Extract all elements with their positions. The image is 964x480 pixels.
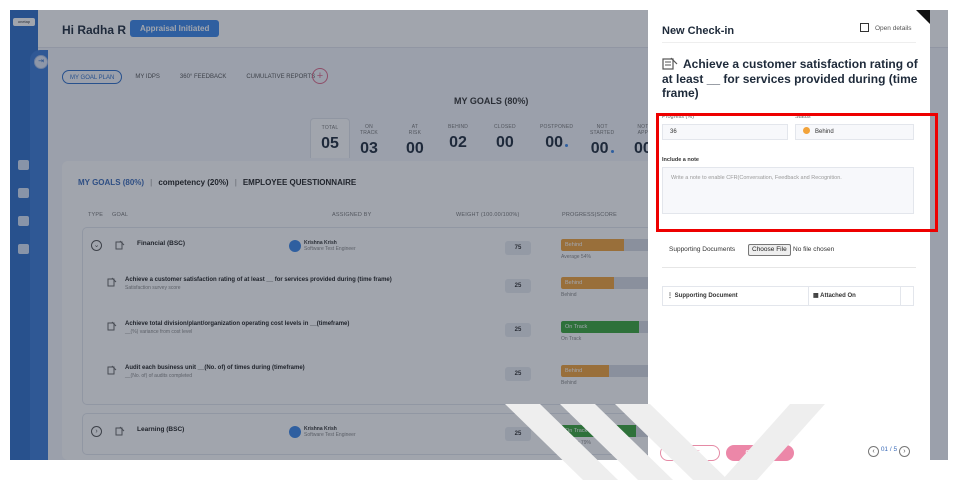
new-checkin-panel: New Check-in Open details Achieve a cust… [648,10,930,461]
no-file-text: No file chosen [793,246,835,253]
pager-text: 01 / 5 [880,446,898,453]
choose-file-button[interactable]: Choose File [748,244,791,256]
divider [662,267,916,268]
open-external-icon [860,23,869,32]
divider [662,42,916,43]
col-attached-on[interactable]: ▦ Attached On [809,287,901,305]
screenshot-stage: onetap ⇥ Hi Radha R Appraisal Initiated … [0,0,964,480]
goal-icon [662,57,678,70]
close-button[interactable]: CLOSE [660,445,720,461]
next-goal-icon[interactable]: › [898,446,910,457]
supporting-documents-label: Supporting Documents [669,246,736,253]
panel-corner-mark [916,10,930,24]
checkin-button[interactable]: CHECK IN [726,445,794,461]
progress-input[interactable]: 36 [662,124,788,140]
open-details-link[interactable]: Open details [860,23,912,32]
col-supporting-document[interactable]: ⋮ Supporting Document [663,287,809,305]
prev-goal-icon[interactable]: ‹ [868,446,879,457]
checkin-goal-title: Achieve a customer satisfaction rating o… [662,57,918,100]
progress-label: Progress (%) [662,114,695,120]
status-select[interactable]: Behind [795,124,914,140]
status-label: Status [795,114,811,120]
status-dot-icon [803,127,810,134]
supporting-docs-table-header: ⋮ Supporting Document ▦ Attached On [662,286,914,306]
goal-pager: ‹ 01 / 5 › [868,446,910,457]
panel-title: New Check-in [662,25,735,37]
note-textarea[interactable]: Write a note to enable CFR(Conversation,… [662,167,914,214]
note-label: Include a note [662,157,699,163]
